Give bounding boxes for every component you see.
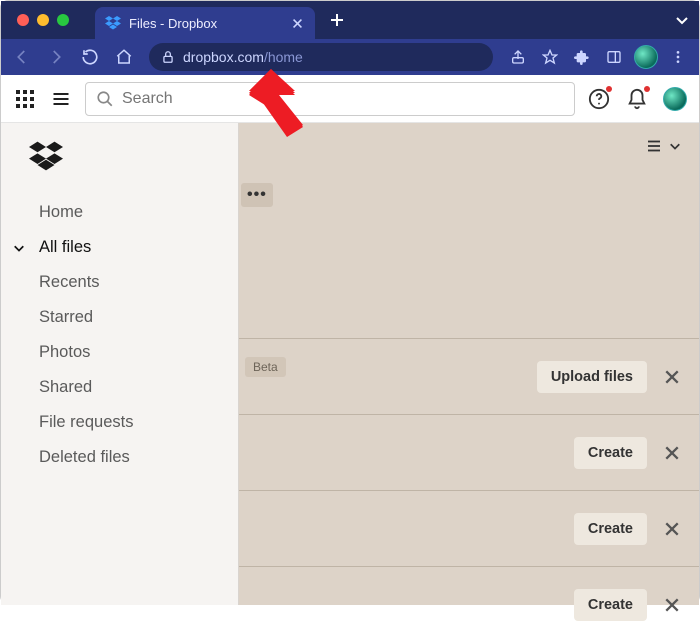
view-options-button[interactable] xyxy=(645,137,681,155)
app-grid-icon[interactable] xyxy=(13,87,37,111)
sidebar: Home All files Recents Starred Photos Sh… xyxy=(1,123,239,605)
sidebar-item-shared[interactable]: Shared xyxy=(1,370,238,405)
browser-tab[interactable]: Files - Dropbox xyxy=(95,7,315,39)
sidebar-item-all-files[interactable]: All files xyxy=(1,230,238,265)
lock-icon xyxy=(161,50,175,64)
sidebar-item-label: All files xyxy=(39,238,91,257)
nav-reload-button[interactable] xyxy=(75,42,105,72)
search-input[interactable] xyxy=(122,90,564,108)
search-icon xyxy=(96,90,114,108)
account-avatar[interactable] xyxy=(663,87,687,111)
sidebar-item-file-requests[interactable]: File requests xyxy=(1,405,238,440)
more-actions-button[interactable]: ••• xyxy=(241,183,273,207)
main-panel: ••• Beta Upload files Create Create Crea… xyxy=(239,123,699,605)
hamburger-menu-icon[interactable] xyxy=(49,87,73,111)
address-bar[interactable]: dropbox.com/home xyxy=(149,43,493,71)
sidebar-item-starred[interactable]: Starred xyxy=(1,300,238,335)
nav-forward-button[interactable] xyxy=(41,42,71,72)
list-item: Beta Upload files xyxy=(239,338,699,414)
notifications-button[interactable] xyxy=(625,87,649,111)
upload-files-button[interactable]: Upload files xyxy=(537,361,647,393)
tab-overflow-button[interactable] xyxy=(675,13,689,27)
notification-dot-icon xyxy=(606,86,612,92)
sidebar-item-label: Home xyxy=(39,203,83,222)
list-view-icon xyxy=(645,137,663,155)
window-close-button[interactable] xyxy=(17,14,29,26)
share-button[interactable] xyxy=(503,42,533,72)
help-button[interactable] xyxy=(587,87,611,111)
app-header xyxy=(1,75,699,123)
bookmark-button[interactable] xyxy=(535,42,565,72)
dropbox-favicon-icon xyxy=(105,15,121,31)
window-fullscreen-button[interactable] xyxy=(57,14,69,26)
sidebar-item-home[interactable]: Home xyxy=(1,195,238,230)
url-text: dropbox.com/home xyxy=(183,49,303,65)
sidebar-item-label: Recents xyxy=(39,273,100,292)
suggestion-rows: Beta Upload files Create Create Create xyxy=(239,338,699,642)
list-item: Create xyxy=(239,566,699,642)
chevron-down-icon xyxy=(13,242,27,254)
window-traffic-lights xyxy=(17,14,69,26)
create-button[interactable]: Create xyxy=(574,437,647,469)
list-item: Create xyxy=(239,414,699,490)
search-field[interactable] xyxy=(85,82,575,116)
sidebar-item-label: Photos xyxy=(39,343,90,362)
content-area: Home All files Recents Starred Photos Sh… xyxy=(1,123,699,605)
sidebar-item-label: File requests xyxy=(39,413,133,432)
extensions-button[interactable] xyxy=(567,42,597,72)
tab-close-button[interactable] xyxy=(289,15,305,31)
sidebar-item-deleted-files[interactable]: Deleted files xyxy=(1,440,238,475)
create-button[interactable]: Create xyxy=(574,589,647,621)
sidebar-item-recents[interactable]: Recents xyxy=(1,265,238,300)
side-panel-button[interactable] xyxy=(599,42,629,72)
chevron-down-icon xyxy=(669,140,681,152)
sidebar-item-label: Shared xyxy=(39,378,92,397)
profile-avatar[interactable] xyxy=(631,42,661,72)
chrome-menu-button[interactable] xyxy=(663,42,693,72)
sidebar-item-label: Starred xyxy=(39,308,93,327)
beta-badge: Beta xyxy=(245,357,286,377)
create-button[interactable]: Create xyxy=(574,513,647,545)
browser-tab-strip: Files - Dropbox xyxy=(1,1,699,39)
dismiss-button[interactable] xyxy=(661,366,683,388)
new-tab-button[interactable] xyxy=(325,8,349,32)
browser-toolbar: dropbox.com/home xyxy=(1,39,699,75)
notification-dot-icon xyxy=(644,86,650,92)
nav-home-button[interactable] xyxy=(109,42,139,72)
tab-title: Files - Dropbox xyxy=(129,16,281,31)
dismiss-button[interactable] xyxy=(661,442,683,464)
sidebar-item-photos[interactable]: Photos xyxy=(1,335,238,370)
dismiss-button[interactable] xyxy=(661,594,683,616)
dismiss-button[interactable] xyxy=(661,518,683,540)
dropbox-logo-icon[interactable] xyxy=(29,141,63,169)
window-minimize-button[interactable] xyxy=(37,14,49,26)
list-item: Create xyxy=(239,490,699,566)
sidebar-item-label: Deleted files xyxy=(39,448,130,467)
nav-back-button[interactable] xyxy=(7,42,37,72)
